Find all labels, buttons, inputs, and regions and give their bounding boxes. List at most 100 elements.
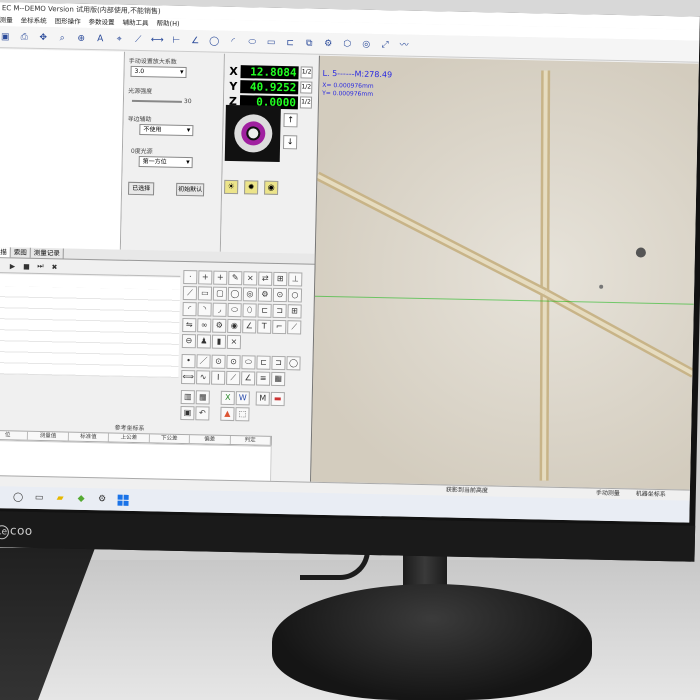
gear-circle-icon[interactable]: ⚙ bbox=[257, 287, 273, 302]
menu-tools[interactable]: 辅助工具 bbox=[122, 18, 149, 30]
alert-icon[interactable]: ▲ bbox=[220, 406, 235, 422]
line-tool-icon[interactable]: ⟋ bbox=[131, 32, 145, 46]
menu-help[interactable]: 帮助(H) bbox=[156, 18, 180, 29]
gear-icon[interactable]: ⚙ bbox=[212, 318, 227, 333]
shape-icon[interactable]: ⬡ bbox=[340, 37, 354, 51]
target-icon[interactable]: ◉ bbox=[264, 180, 279, 195]
angle-tool-icon[interactable]: ∠ bbox=[188, 34, 202, 48]
ring-down-icon[interactable]: ↓ bbox=[282, 135, 298, 150]
dot-ring-icon[interactable]: ⊙ bbox=[211, 354, 226, 369]
settings-icon[interactable]: ⚙ bbox=[321, 36, 335, 50]
light-position-select[interactable]: 第一方位 bbox=[138, 156, 193, 169]
cross-icon[interactable]: + bbox=[198, 270, 213, 285]
folder-icon[interactable]: ▰ bbox=[55, 493, 66, 504]
corner-icon[interactable]: ⌐ bbox=[272, 319, 287, 335]
settings-gear-icon[interactable]: ⚙ bbox=[96, 494, 107, 505]
dot-ring2-icon[interactable]: ⊙ bbox=[226, 354, 241, 370]
pan-icon[interactable]: ⊕ bbox=[74, 31, 88, 45]
undo-icon[interactable]: ↶ bbox=[195, 406, 210, 421]
light-ring-indicator[interactable] bbox=[224, 104, 281, 162]
reset-button[interactable]: 初始默认 bbox=[175, 182, 205, 197]
i-beam-icon[interactable]: I bbox=[211, 370, 226, 385]
arc-tool-icon[interactable]: ◜ bbox=[226, 34, 240, 48]
windows-icon[interactable] bbox=[117, 494, 129, 506]
edge-select[interactable]: 不使用 bbox=[139, 124, 194, 137]
pause-icon[interactable]: ⏸ bbox=[0, 261, 4, 270]
slot2-icon[interactable]: ⊐ bbox=[272, 303, 287, 319]
dimension-icon[interactable]: ⟺ bbox=[181, 369, 196, 385]
word-icon[interactable]: W bbox=[235, 391, 250, 406]
export-icon[interactable]: ⬚ bbox=[235, 407, 250, 422]
arc-icon[interactable]: ◜ bbox=[182, 301, 197, 317]
graphics-panel[interactable] bbox=[0, 48, 125, 250]
print-icon[interactable]: ⎙ bbox=[17, 30, 31, 44]
save-icon[interactable]: ▣ bbox=[0, 30, 12, 44]
text-icon[interactable]: A bbox=[93, 32, 107, 46]
menu-graphics[interactable]: 图形操作 bbox=[54, 16, 81, 28]
t-icon[interactable]: T bbox=[257, 319, 272, 334]
line-icon[interactable]: ⟋ bbox=[182, 285, 198, 301]
circle-icon[interactable]: ◯ bbox=[227, 286, 243, 302]
stop-icon[interactable]: ■ bbox=[21, 262, 31, 270]
menu-coordinate-system[interactable]: 坐标系统 bbox=[20, 16, 47, 28]
zoom-icon[interactable]: ⌕ bbox=[55, 31, 69, 45]
point-icon[interactable]: · bbox=[183, 269, 198, 285]
camera-view[interactable]: L. 5------M:278.49 X= 0.000976mm Y= 0.00… bbox=[310, 55, 699, 490]
angle-icon[interactable]: ∠ bbox=[242, 319, 257, 334]
stack-icon[interactable]: ⊥ bbox=[288, 272, 303, 287]
diagonal-icon[interactable]: ⟋ bbox=[226, 370, 241, 386]
ring-up-icon[interactable]: ↑ bbox=[283, 113, 298, 128]
probe-icon[interactable]: ⟋ bbox=[287, 320, 302, 335]
menu-measure[interactable]: 测量 bbox=[0, 15, 13, 26]
rect-tool-icon[interactable]: ▭ bbox=[264, 35, 278, 49]
offset-icon[interactable]: ⊞ bbox=[273, 271, 288, 287]
arc3-icon[interactable]: ◞ bbox=[212, 302, 227, 317]
save2-icon[interactable]: ▣ bbox=[180, 405, 195, 421]
excel-icon[interactable]: X bbox=[220, 390, 235, 406]
person-icon[interactable]: ♟ bbox=[196, 334, 212, 349]
step-icon[interactable]: ⏭ bbox=[35, 262, 45, 271]
lamp-icon[interactable]: ☀ bbox=[224, 179, 239, 195]
play-icon[interactable]: ▶ bbox=[7, 262, 17, 270]
link-icon[interactable]: ∞ bbox=[197, 318, 212, 333]
palette-icon[interactable]: ▬ bbox=[270, 391, 285, 407]
lens-select[interactable]: 3.0 bbox=[130, 65, 187, 79]
scale-icon[interactable]: ⤢ bbox=[378, 38, 392, 52]
copy-icon[interactable]: ⧉ bbox=[302, 36, 316, 50]
dot-icon[interactable]: • bbox=[181, 353, 196, 369]
task-view-icon[interactable]: ◯ bbox=[13, 492, 24, 503]
tab-scan[interactable]: 扫描 bbox=[0, 246, 11, 258]
distance-tool-icon[interactable]: ⟷ bbox=[150, 33, 164, 47]
bracket2-icon[interactable]: ⊐ bbox=[271, 355, 286, 371]
height-tool-icon[interactable]: ⊢ bbox=[169, 33, 183, 47]
arc2-icon[interactable]: ◝ bbox=[197, 302, 212, 317]
ring-icon[interactable]: ◎ bbox=[359, 37, 373, 51]
move-icon[interactable]: ✥ bbox=[36, 30, 50, 44]
cylinder-icon[interactable]: ⊖ bbox=[181, 333, 197, 349]
y-half-button[interactable]: 1/2 bbox=[300, 81, 313, 94]
trace-icon[interactable]: 〰 bbox=[397, 38, 411, 52]
pick-icon[interactable]: ✎ bbox=[228, 270, 243, 286]
point-tool-icon[interactable]: ⌖ bbox=[112, 32, 126, 46]
ring-small-icon[interactable]: ◯ bbox=[286, 356, 301, 371]
empty-circle-icon[interactable]: ○ bbox=[287, 288, 303, 303]
angle2-icon[interactable]: ∠ bbox=[241, 371, 256, 386]
delete-icon[interactable]: × bbox=[226, 334, 242, 350]
slot-tool-icon[interactable]: ⊏ bbox=[283, 36, 297, 50]
green-grid-icon[interactable]: ▦ bbox=[271, 371, 286, 387]
box-icon[interactable]: ▢ bbox=[212, 286, 228, 301]
circle-tool-icon[interactable]: ◯ bbox=[207, 34, 221, 48]
close-icon[interactable]: ✖ bbox=[49, 263, 59, 271]
calibrate-button[interactable]: 已选择 bbox=[127, 181, 155, 196]
menu-settings[interactable]: 参数设置 bbox=[88, 17, 115, 29]
light-slider[interactable] bbox=[131, 99, 182, 103]
lens-icon[interactable]: ⬭ bbox=[241, 355, 256, 370]
search-icon[interactable]: ⌕ bbox=[0, 492, 3, 503]
slash-icon[interactable]: ／ bbox=[196, 354, 211, 369]
sun-icon[interactable]: ✹ bbox=[244, 180, 259, 195]
target-small-icon[interactable]: ◉ bbox=[227, 318, 242, 334]
chart-icon[interactable]: ▥ bbox=[180, 389, 195, 405]
stack2-icon[interactable]: ≡ bbox=[256, 371, 271, 386]
slot-icon[interactable]: ⊏ bbox=[257, 303, 272, 318]
ellipse2-icon[interactable]: ⬯ bbox=[242, 303, 257, 318]
